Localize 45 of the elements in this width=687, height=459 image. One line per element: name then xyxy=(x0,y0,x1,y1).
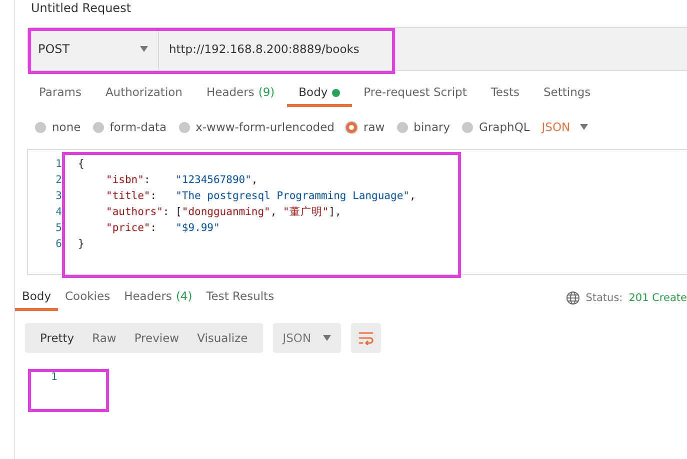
status-value: 201 Create xyxy=(628,292,687,304)
request-tab[interactable]: Tests xyxy=(478,81,532,107)
view-mode-button[interactable]: Raw xyxy=(83,325,126,351)
body-type-radio[interactable]: binary xyxy=(396,120,450,134)
code-line: "authors": ["dongguanming", "董广明"], xyxy=(105,205,342,219)
line-number: 3 xyxy=(54,190,63,202)
request-tab[interactable]: Params xyxy=(27,81,94,107)
format-dropdown[interactable]: JSON xyxy=(542,120,588,134)
code-line: "price": "$9.99" xyxy=(105,222,220,234)
caret-icon xyxy=(323,335,332,341)
view-mode-button[interactable]: Pretty xyxy=(31,325,84,351)
wrap-lines-button[interactable] xyxy=(351,323,382,353)
response-format-dropdown[interactable]: JSON xyxy=(272,323,342,353)
code-line: "title": "The postgresql Programming Language", xyxy=(105,190,416,202)
body-type-radio[interactable]: form-data xyxy=(92,120,167,134)
code-line: "isbn": "1234567890", xyxy=(105,174,258,186)
line-number: 1 xyxy=(54,158,63,170)
wrap-lines-icon xyxy=(358,331,374,345)
request-tab[interactable]: Body xyxy=(286,81,352,107)
request-tab[interactable]: Pre-request Script xyxy=(352,81,479,107)
line-number: 6 xyxy=(54,238,63,250)
code-line: { xyxy=(78,158,84,170)
caret-icon xyxy=(580,124,588,130)
status-label: Status: xyxy=(586,292,623,304)
line-number: 5 xyxy=(54,222,63,234)
request-tab[interactable]: Settings xyxy=(531,81,603,107)
body-type-radio[interactable]: GraphQL xyxy=(462,120,530,134)
globe-icon[interactable] xyxy=(566,291,580,305)
view-mode-button[interactable]: Preview xyxy=(125,325,188,351)
response-tab[interactable]: Body xyxy=(15,285,58,311)
body-type-radio[interactable]: raw xyxy=(346,120,385,134)
code-line: } xyxy=(78,238,84,250)
response-tab[interactable]: Cookies xyxy=(58,285,118,311)
code-editor[interactable]: 1 { 2 "isbn": "1234567890", 3 "title": "The postgresql Programming Language", 4 "authors": ["dongguanming", "董广明"], 5 "price": "$9.99" 6 } xyxy=(27,149,687,275)
line-number: 1 xyxy=(51,371,58,383)
response-tab[interactable]: Test Results xyxy=(199,285,282,311)
body-type-radio[interactable]: x-www-form-urlencoded xyxy=(178,120,334,134)
view-mode-button[interactable]: Visualize xyxy=(188,325,257,351)
request-tab[interactable]: Headers (9) xyxy=(194,81,287,107)
request-tab[interactable]: Authorization xyxy=(93,81,194,107)
body-type-radio[interactable]: none xyxy=(35,120,81,134)
line-number: 4 xyxy=(54,206,63,218)
response-tab[interactable]: Headers (4) xyxy=(117,285,200,311)
request-title: Untitled Request xyxy=(30,0,132,15)
line-number: 2 xyxy=(54,174,63,186)
